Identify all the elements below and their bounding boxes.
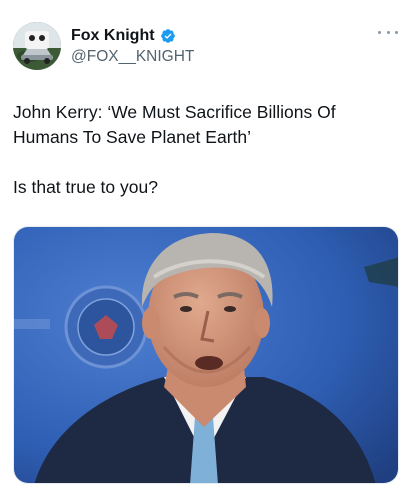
author-avatar[interactable] [13,22,61,70]
tweet-card[interactable]: Fox Knight @FOX__KNIGHT John Kerry: ‘We … [0,0,412,500]
more-dot [395,30,398,34]
more-options-icon[interactable] [378,26,398,38]
tweet-text-paragraph: John Kerry: ‘We Must Sacrifice Billions … [13,102,336,147]
author-name-row[interactable]: Fox Knight [71,27,176,45]
tweet-text: John Kerry: ‘We Must Sacrifice Billions … [13,100,403,200]
more-dot [378,30,381,34]
author-name[interactable]: Fox Knight [71,27,155,45]
more-dot [386,30,390,34]
tweet-text-paragraph: Is that true to you? [13,177,158,197]
photo-image [14,227,398,483]
verified-badge-icon [160,28,176,44]
author-handle[interactable]: @FOX__KNIGHT [71,48,194,66]
tweet-photo[interactable] [13,226,399,484]
avatar-image [13,22,61,70]
